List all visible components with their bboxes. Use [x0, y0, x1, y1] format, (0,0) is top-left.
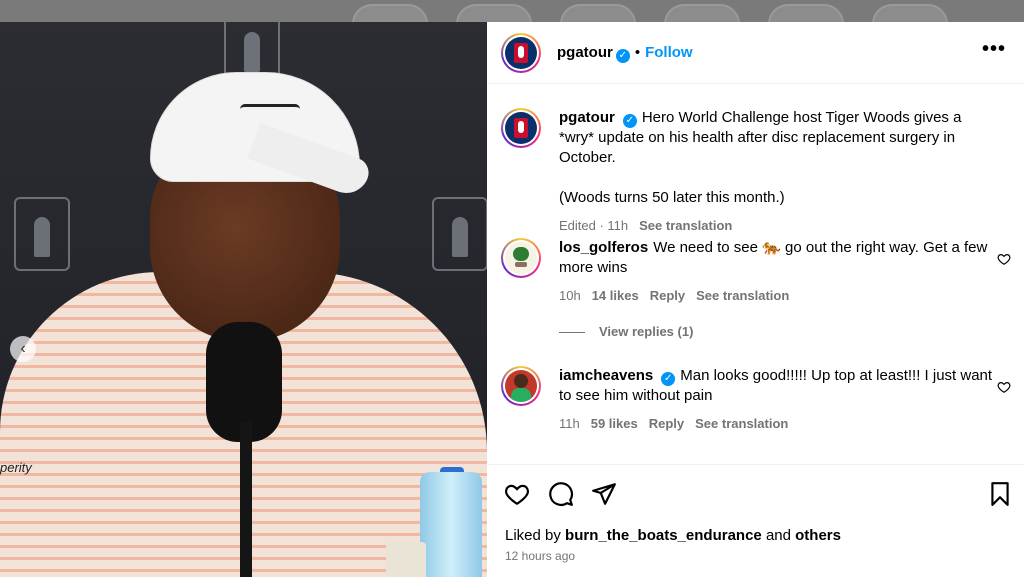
see-translation-link[interactable]: See translation: [695, 416, 788, 431]
post-actions: Liked by burn_the_boats_endurance and ot…: [487, 464, 1024, 577]
commenter-avatar[interactable]: [501, 366, 541, 406]
post-image[interactable]: perity ‹: [0, 22, 487, 577]
reply-button[interactable]: Reply: [649, 416, 684, 431]
commenter-avatar[interactable]: [501, 238, 541, 278]
reply-button[interactable]: Reply: [650, 288, 685, 303]
comments-list[interactable]: pgatour ✓ Hero World Challenge host Tiger …: [487, 84, 1024, 464]
heart-icon[interactable]: [997, 380, 1011, 394]
author-username[interactable]: pgatour: [557, 44, 613, 61]
comment-username[interactable]: los_golferos: [559, 239, 648, 256]
comment-time: 10h: [559, 288, 581, 303]
verified-badge-icon: ✓: [661, 372, 676, 386]
separator-dot: •: [634, 44, 641, 61]
liked-by-others[interactable]: others: [795, 527, 841, 544]
verified-badge-icon: ✓: [615, 49, 630, 63]
pga-tour-logo: [432, 197, 487, 271]
comment-likes[interactable]: 14 likes: [592, 288, 639, 303]
heart-icon[interactable]: [504, 481, 530, 507]
comment-username[interactable]: iamcheavens: [559, 367, 653, 384]
caption-text: Hero World Challenge host Tiger Woods gi…: [559, 109, 962, 166]
post-header: pgatour ✓ • Follow •••: [487, 22, 1024, 84]
carousel-prev-button[interactable]: ‹: [10, 336, 36, 362]
verified-badge-icon: ✓: [622, 114, 637, 128]
liked-by-and: and: [765, 527, 791, 544]
comment-likes[interactable]: 59 likes: [591, 416, 638, 431]
heart-icon[interactable]: [997, 252, 1011, 266]
see-translation-link[interactable]: See translation: [696, 288, 789, 303]
comment-time: 11h: [559, 416, 580, 431]
bookmark-icon[interactable]: [987, 481, 1013, 507]
liked-by-line: Liked by burn_the_boats_endurance and ot…: [505, 527, 841, 544]
liked-by-username[interactable]: burn_the_boats_endurance: [565, 527, 762, 544]
caption-username[interactable]: pgatour: [559, 109, 615, 126]
los-golferos-logo: [505, 242, 537, 274]
caption-edited-time: Edited · 11h: [559, 218, 629, 233]
replies-divider: [559, 332, 585, 334]
shirt-text: perity: [0, 460, 32, 475]
author-avatar[interactable]: [501, 33, 541, 73]
pga-tour-logo: [14, 197, 70, 271]
post-side-panel: pgatour ✓ • Follow ••• pgatour ✓ Hero World C…: [487, 22, 1024, 577]
author-avatar[interactable]: [501, 108, 541, 148]
post-timestamp: 12 hours ago: [505, 549, 576, 563]
view-replies-label: View replies (1): [599, 324, 694, 339]
share-icon[interactable]: [591, 481, 617, 507]
see-translation-link[interactable]: See translation: [639, 218, 732, 233]
coffee-cup: [386, 542, 426, 577]
commenter-photo: [505, 370, 537, 402]
stories-strip: [0, 0, 1024, 44]
view-replies-link[interactable]: View replies (1): [559, 324, 693, 339]
pga-tour-logo: [505, 37, 537, 69]
comment-icon[interactable]: [548, 481, 574, 507]
liked-by-prefix: Liked by: [505, 527, 561, 544]
cap-logo: [240, 104, 300, 114]
pga-tour-logo: [505, 112, 537, 144]
caption-text-2: (Woods turns 50 later this month.): [559, 189, 785, 206]
more-options-icon[interactable]: •••: [982, 39, 1006, 59]
water-bottle: [420, 472, 482, 577]
follow-button[interactable]: Follow: [645, 44, 693, 61]
microphone-stand: [240, 422, 252, 577]
